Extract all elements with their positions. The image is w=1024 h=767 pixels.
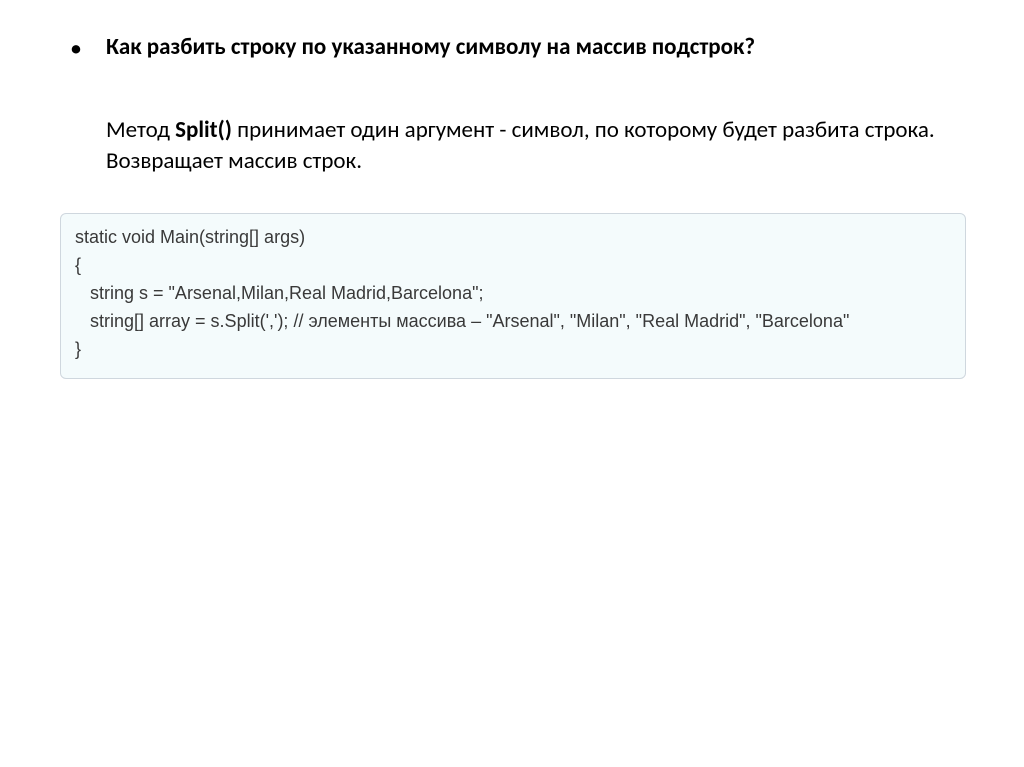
slide-content: • Как разбить строку по указанному симво… (0, 0, 1024, 177)
answer-pre: Метод (106, 116, 175, 144)
bullet-text: Как разбить строку по указанному символу… (106, 32, 964, 177)
question-text: Как разбить строку по указанному символу… (106, 32, 964, 63)
answer-text: Метод Split() принимает один аргумент - … (106, 115, 964, 177)
bullet-marker: • (70, 34, 82, 177)
bullet-item: • Как разбить строку по указанному симво… (70, 32, 964, 177)
method-name: Split() (175, 116, 232, 144)
code-block: static void Main(string[] args) { string… (60, 213, 966, 378)
